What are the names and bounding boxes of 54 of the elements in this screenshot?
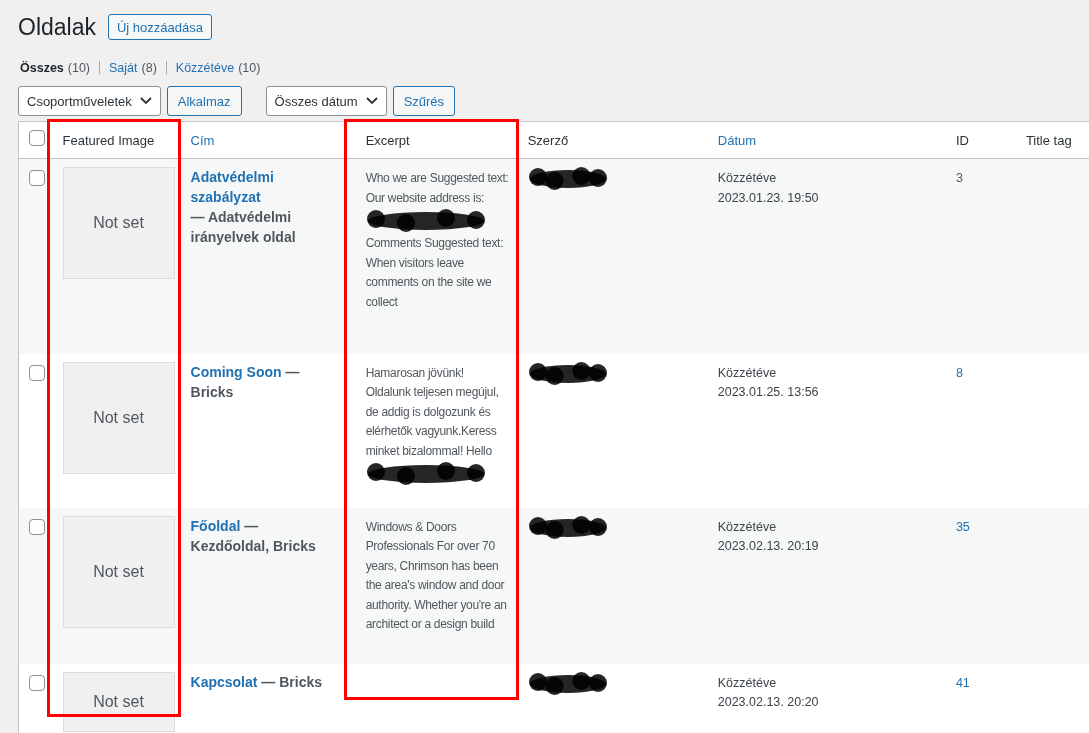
excerpt-text: Comments Suggested text: When visitors leave comments on the site we collect — [365, 235, 505, 311]
column-header-link[interactable]: Dátum — [717, 132, 757, 148]
excerpt-text: Who we are Suggested text: Our website address is: — [365, 170, 510, 207]
date-text: 2023.01.23. 19:50 — [717, 189, 820, 207]
caret-icon — [139, 97, 152, 106]
page-title-link[interactable]: Adatvédelmi szabályzat — [190, 167, 341, 208]
page-title-cell-text: Főoldal — Kezdőoldal, Bricks — [190, 515, 317, 556]
column-header: Szerző — [527, 132, 569, 148]
add-new-button[interactable]: Új hozzáadása — [108, 14, 212, 41]
not-set-label: Not set — [93, 407, 144, 428]
bulk-actions-select[interactable]: Csoportműveletek — [18, 86, 161, 117]
view-filter-link[interactable]: Összes — [20, 58, 64, 78]
date-text: 2023.01.25. 13:56 — [717, 384, 820, 402]
view-count: (10) — [67, 59, 90, 77]
view-filter-link[interactable]: Közzétéve — [175, 58, 235, 78]
id-text: 3 — [955, 171, 963, 186]
view-filter-link[interactable]: Saját — [109, 58, 138, 78]
status-text: Közzétéve — [717, 518, 778, 536]
page-title-cell-text: Coming Soon — Bricks — [190, 361, 301, 402]
id-text: 41 — [955, 675, 970, 690]
view-count: (10) — [238, 59, 261, 77]
checkbox[interactable] — [29, 129, 45, 146]
status-text: Közzétéve — [717, 364, 778, 382]
column-header: ID — [955, 132, 969, 148]
page-title-link[interactable]: Kapcsolat — [190, 671, 258, 692]
page-title-cell: Adatvédelmi szabályzat — Adatvédelmi irányelvek oldal — [190, 167, 341, 248]
page-title-link[interactable]: Coming Soon — [190, 361, 282, 382]
column-header-link[interactable]: Cím — [190, 132, 215, 148]
column-header: Title tag — [1025, 132, 1072, 148]
checkbox[interactable] — [29, 518, 45, 535]
view-count: (8) — [141, 59, 157, 77]
date-filter-select[interactable]: Összes dátum — [265, 86, 387, 117]
not-set-label: Not set — [93, 213, 144, 234]
status-text: Közzétéve — [717, 170, 778, 188]
id-text: 8 — [955, 365, 963, 380]
filter-button[interactable]: Szűrés — [392, 86, 456, 117]
column-header: Excerpt — [365, 132, 410, 148]
page-title: Oldalak — [18, 13, 96, 42]
date-text: 2023.02.13. 20:19 — [717, 538, 820, 556]
checkbox[interactable] — [29, 170, 45, 187]
excerpt-text: Hamarosan jövünk! Oldalunk teljesen megújul, de addig is dolgozunk és elérhetők vagyunk.Keress minket bizalommal! Hello — [365, 364, 500, 460]
date-text: 2023.02.13. 20:20 — [717, 694, 820, 712]
apply-button[interactable]: Alkalmaz — [166, 86, 242, 117]
caret-icon — [365, 97, 378, 106]
page-title-cell-text: Kapcsolat — Bricks — [190, 671, 324, 692]
status-text: Közzétéve — [717, 674, 778, 692]
checkbox[interactable] — [29, 364, 45, 381]
id-text: 35 — [955, 519, 970, 534]
not-set-label: Not set — [93, 691, 144, 712]
checkbox[interactable] — [29, 674, 45, 691]
page-title-link[interactable]: Főoldal — [190, 515, 241, 536]
excerpt-text: Windows & Doors Professionals For over 70 years, Chrimson has been the area's window and door authority. Whether you're an architect or a design build — [365, 518, 508, 634]
column-header: Featured Image — [62, 132, 155, 148]
not-set-label: Not set — [93, 561, 144, 582]
